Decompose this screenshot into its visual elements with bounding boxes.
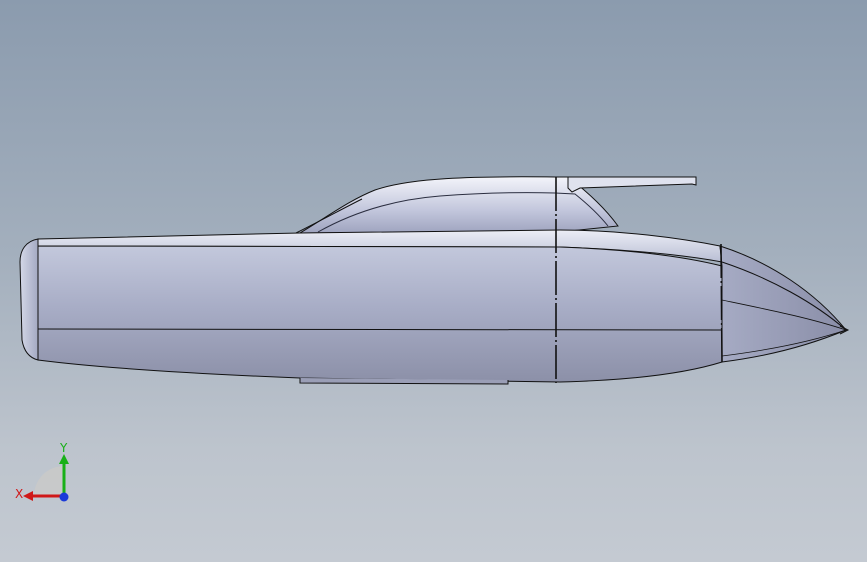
triad-z-axis [59,492,69,502]
triad-base-quadrant [34,466,64,496]
triad-y-arrow [59,454,69,464]
graphics-viewport[interactable]: Y X [0,0,867,562]
stern-transom[interactable] [19,238,39,361]
triad-x-arrow [23,491,33,501]
triad-x-label: X [15,487,23,501]
triad-y-label: Y [59,441,68,455]
roof-rail[interactable] [567,176,697,193]
coordinate-triad[interactable]: Y X [10,440,80,510]
bow-section[interactable] [719,245,847,363]
station-line-2 [720,243,723,364]
boat-hull-model[interactable] [0,0,867,562]
hull-side[interactable] [37,245,723,383]
